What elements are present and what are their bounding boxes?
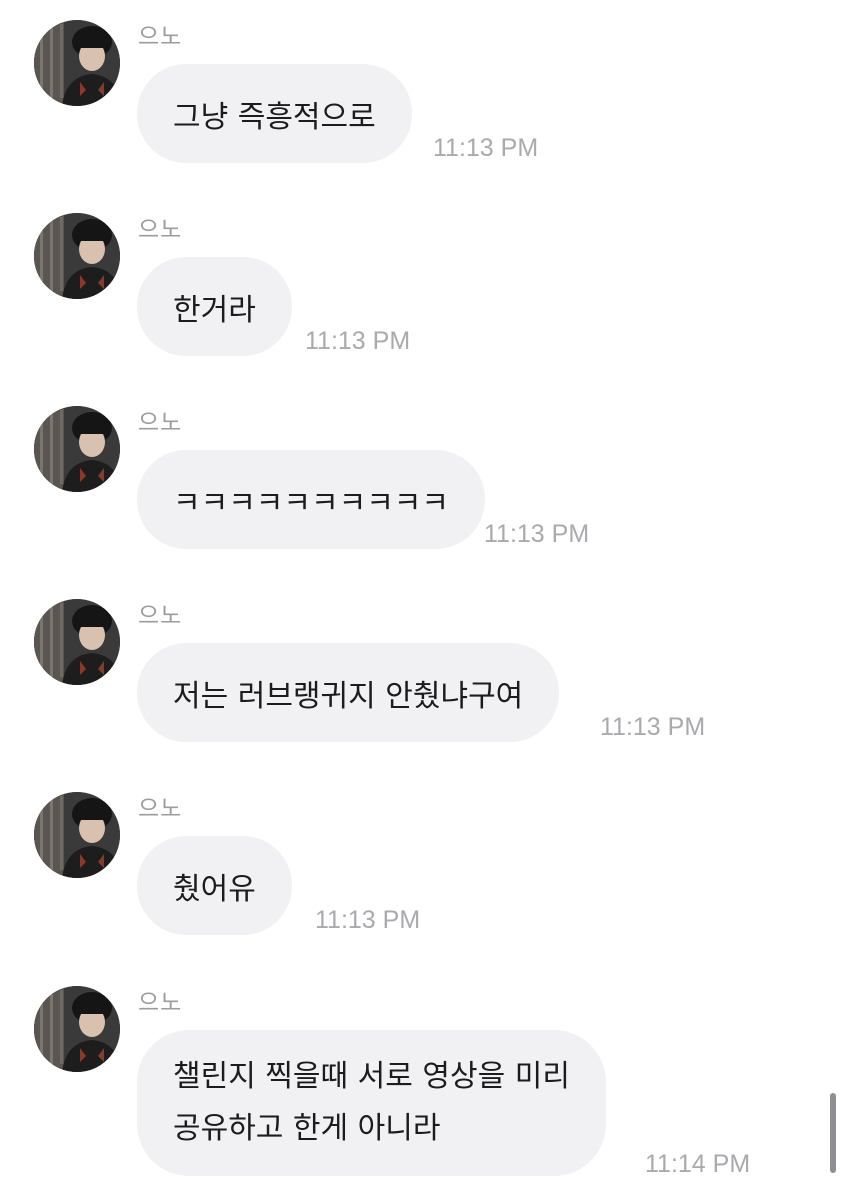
sender-name: 으노 <box>138 24 183 50</box>
message-text: 그냥 즉흥적으로 <box>173 99 376 135</box>
sender-name: 으노 <box>138 990 183 1016</box>
message-text: 췄어유 <box>173 871 256 907</box>
message-timestamp: 11:13 PM <box>315 906 421 934</box>
message-bubble[interactable]: ㅋㅋㅋㅋㅋㅋㅋㅋㅋㅋ <box>137 450 485 549</box>
message-text-line: 챌린지 찍을때 서로 영상을 미리 <box>173 1059 570 1094</box>
sender-name: 으노 <box>138 410 183 436</box>
message-timestamp: 11:13 PM <box>305 327 411 355</box>
message-bubble[interactable]: 그냥 즉흥적으로 <box>137 64 412 163</box>
message-timestamp: 11:13 PM <box>433 134 539 162</box>
message-bubble[interactable]: 저는 러브랭귀지 안췄냐구여 <box>137 643 560 742</box>
message-timestamp: 11:14 PM <box>645 1150 751 1178</box>
avatar[interactable] <box>34 792 120 878</box>
avatar-photo-icon <box>34 20 120 106</box>
avatar-photo-icon <box>34 986 120 1072</box>
avatar[interactable] <box>34 406 120 492</box>
avatar-photo-icon <box>34 599 120 685</box>
avatar[interactable] <box>34 599 120 685</box>
message-timestamp: 11:13 PM <box>600 713 706 741</box>
message-text-line: 공유하고 한게 아니라 <box>173 1111 441 1146</box>
sender-name: 으노 <box>138 217 183 243</box>
avatar[interactable] <box>34 986 120 1072</box>
avatar-photo-icon <box>34 213 120 299</box>
message-text: 한거라 <box>173 292 256 328</box>
message-timestamp: 11:13 PM <box>484 520 590 548</box>
message-text: 저는 러브랭귀지 안췄냐구여 <box>173 678 524 714</box>
message-text: ㅋㅋㅋㅋㅋㅋㅋㅋㅋㅋ <box>173 485 449 521</box>
avatar[interactable] <box>34 20 120 106</box>
chat-thread[interactable]: 으노 그냥 즉흥적으로 11:13 PM 으노 한거라 11:13 PM 으노 … <box>0 0 844 1200</box>
avatar[interactable] <box>34 213 120 299</box>
avatar-photo-icon <box>34 406 120 492</box>
sender-name: 으노 <box>138 603 183 629</box>
avatar-photo-icon <box>34 792 120 878</box>
message-bubble[interactable]: 챌린지 찍을때 서로 영상을 미리 공유하고 한게 아니라 <box>137 1030 606 1176</box>
message-bubble[interactable]: 한거라 <box>137 257 292 356</box>
sender-name: 으노 <box>138 796 183 822</box>
scrollbar-thumb[interactable] <box>830 1093 836 1173</box>
message-bubble[interactable]: 췄어유 <box>137 836 292 935</box>
